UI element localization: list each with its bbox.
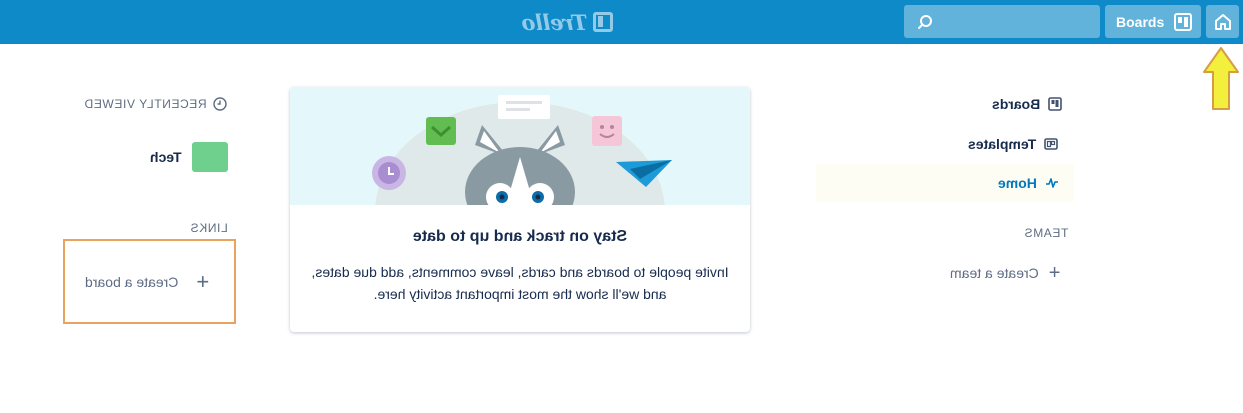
template-icon [1044, 138, 1059, 150]
plus-icon: + [1048, 262, 1061, 284]
recent-board-tech[interactable]: Tech [150, 141, 228, 173]
board-icon [1174, 12, 1193, 31]
card-title: Stay on track and up to date [412, 228, 628, 245]
boards-button[interactable]: Boards [1105, 5, 1201, 38]
recently-viewed-header: RECENTLY VIEWED [84, 96, 228, 112]
create-team-button[interactable]: Create a team + [950, 263, 1060, 283]
search-input[interactable] [904, 5, 1100, 38]
boards-button-label: Boards [1116, 13, 1165, 30]
logo-text: Trello [522, 9, 588, 35]
teams-header: TEAMS [1024, 226, 1069, 240]
nav-templates-label: Templates [968, 136, 1037, 152]
nav-boards-label: Boards [992, 96, 1041, 112]
create-board-label: Create a board [85, 273, 179, 290]
nav-home-label: Home [998, 175, 1037, 191]
create-team-label: Create a team [950, 265, 1039, 281]
husky-illustration [372, 95, 672, 322]
plus-icon: + [196, 268, 210, 294]
card-description: Invite people to boards and cards, leave… [311, 264, 729, 302]
activity-card: Stay on track and up to date Invite peop… [290, 87, 750, 332]
recently-viewed-title: RECENTLY VIEWED [84, 97, 207, 111]
clock-icon [212, 97, 227, 111]
house-icon [1214, 13, 1231, 30]
home-button[interactable] [1206, 5, 1239, 38]
trello-logo[interactable]: Trello [522, 9, 613, 35]
card-illustration [290, 87, 750, 322]
activity-icon [1045, 178, 1058, 188]
nav-item-boards[interactable]: Boards [992, 96, 1063, 112]
nav-item-templates[interactable]: Templates [968, 136, 1059, 152]
create-board-button[interactable]: Create a board + [63, 239, 236, 324]
logo-board-icon [592, 12, 613, 32]
board-thumbnail [191, 142, 228, 172]
nav-item-home[interactable]: Home [998, 175, 1059, 191]
links-header: LINKS [190, 221, 228, 235]
search-icon [918, 15, 932, 29]
top-header: Trello Boards [0, 0, 1243, 44]
board-icon [1048, 97, 1063, 111]
pointer-arrow-icon [1203, 47, 1239, 110]
recent-board-label: Tech [150, 149, 182, 165]
